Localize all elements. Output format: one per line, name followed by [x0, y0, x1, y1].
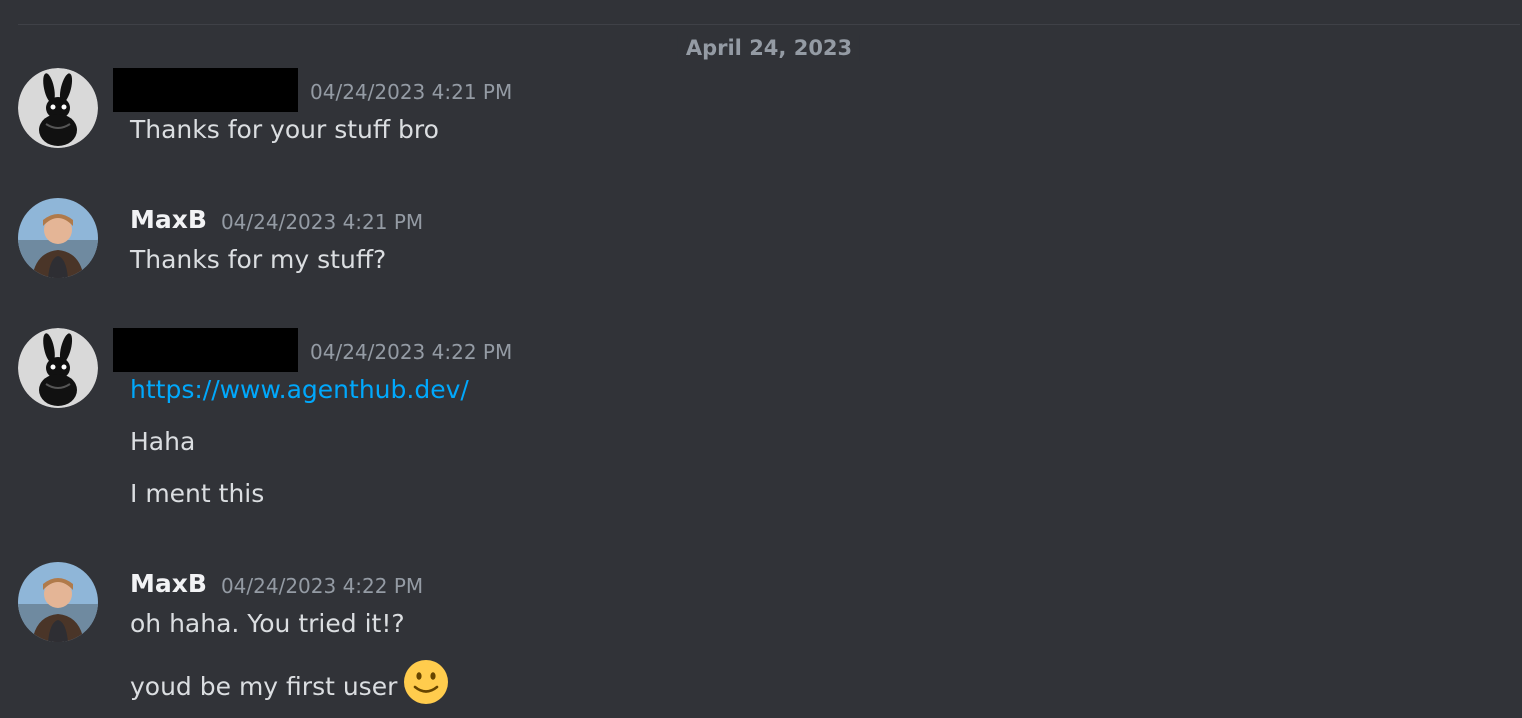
message-timestamp[interactable]: 04/24/2023 4:22 PM	[310, 330, 512, 374]
date-divider: April 24, 2023	[18, 24, 1520, 61]
message-timestamp[interactable]: 04/24/2023 4:22 PM	[221, 564, 423, 608]
message-text: Thanks for my stuff?	[130, 245, 387, 274]
bunny-avatar-icon[interactable]	[18, 68, 98, 148]
message-text: I ment this	[130, 479, 265, 508]
message-text: Thanks for your stuff bro	[130, 115, 439, 144]
message-timestamp[interactable]: 04/24/2023 4:21 PM	[310, 70, 512, 114]
message-timestamp[interactable]: 04/24/2023 4:21 PM	[221, 200, 423, 244]
maxb-photo-avatar[interactable]	[18, 562, 98, 642]
message-text: https://www.agenthub.dev/	[130, 374, 469, 406]
redacted-username[interactable]	[113, 68, 298, 112]
date-divider-label: April 24, 2023	[677, 35, 861, 61]
message-text: youd be my first user	[130, 659, 449, 715]
message-header: MaxB 04/24/2023 4:22 PM	[130, 562, 423, 606]
slightly-smiling-face-icon[interactable]	[403, 659, 449, 713]
username[interactable]: MaxB	[130, 198, 207, 242]
chat-message-list: April 24, 2023 04/24/2023 4:21 PM Thanks…	[0, 0, 1522, 718]
username[interactable]: MaxB	[130, 562, 207, 606]
message-header: 04/24/2023 4:21 PM	[113, 68, 512, 112]
message-text: oh haha. You tried it!?	[130, 609, 405, 638]
maxb-photo-avatar[interactable]	[18, 198, 98, 278]
bunny-avatar-icon[interactable]	[18, 328, 98, 408]
redacted-username[interactable]	[113, 328, 298, 372]
message-header: MaxB 04/24/2023 4:21 PM	[130, 198, 423, 242]
message-link[interactable]: https://www.agenthub.dev/	[130, 375, 469, 404]
message-header: 04/24/2023 4:22 PM	[113, 328, 512, 372]
message-text-content: youd be my first user	[130, 672, 398, 701]
message-text: Haha	[130, 427, 196, 456]
